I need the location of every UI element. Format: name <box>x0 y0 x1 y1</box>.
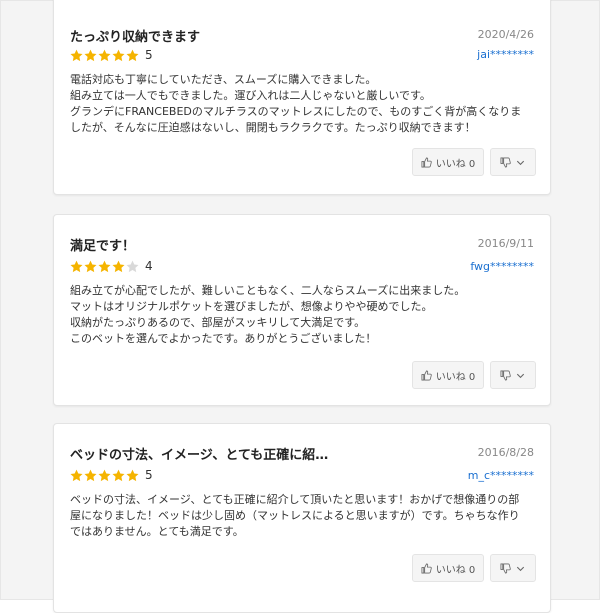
like-button[interactable]: いいね 0 <box>412 554 484 582</box>
star-filled-icon <box>126 49 139 61</box>
star-filled-icon <box>84 469 97 481</box>
like-button[interactable]: いいね 0 <box>412 361 484 389</box>
star-rating: 5 <box>70 468 153 482</box>
thumbs-up-icon <box>421 157 432 167</box>
review-text-line: ベッドの寸法、イメージ、とても正確に紹介して頂いたと思います！おかげで想像通りの… <box>70 493 520 506</box>
rating-number: 4 <box>145 259 153 273</box>
dislike-dropdown-button[interactable] <box>490 554 536 582</box>
review-text-line: 組み立てが心配でしたが、難しいこともなく、二人ならスムーズに出来ました。 <box>70 284 466 297</box>
reviews-panel: たっぷり収納できます 2020/4/26 5 jai******** 電話対応も… <box>0 0 600 613</box>
star-filled-icon <box>126 469 139 481</box>
reviewer-name-link[interactable]: m_c******** <box>468 469 534 482</box>
review-text-line: マットはオリジナルポケットを選びましたが、想像よりやや硬めでした。 <box>70 300 433 313</box>
review-card: 満足です！ 2016/9/11 4 fwg******** 組み立てが心配でした… <box>53 214 551 406</box>
thumbs-down-icon <box>500 370 511 380</box>
star-filled-icon <box>112 49 125 61</box>
like-button[interactable]: いいね 0 <box>412 148 484 176</box>
review-date: 2016/8/28 <box>477 446 534 459</box>
review-body: 組み立てが心配でしたが、難しいこともなく、二人ならスムーズに出来ました。 マット… <box>70 283 536 347</box>
star-filled-icon <box>112 260 125 272</box>
review-body: ベッドの寸法、イメージ、とても正確に紹介して頂いたと思います！おかげで想像通りの… <box>70 492 536 540</box>
chevron-down-icon <box>516 566 525 571</box>
thumbs-down-icon <box>500 563 511 573</box>
review-title: たっぷり収納できます <box>70 30 201 45</box>
star-filled-icon <box>84 49 97 61</box>
review-text-line: したが、そんなに圧迫感はないし、開閉もラクラクです。たっぷり収納できます！ <box>70 121 476 134</box>
chevron-down-icon <box>516 160 525 165</box>
review-text-line: 屋になりました！ベッドは少し固め（マットレスによると思いますが）です。ちゃちな作… <box>70 509 520 522</box>
star-filled-icon <box>98 469 111 481</box>
review-title: 満足です！ <box>70 239 136 254</box>
review-text-line: グランデにFRANCEBEDのマルチラスのマットレスにしたので、ものすごく背が高… <box>70 105 522 118</box>
star-filled-icon <box>70 469 83 481</box>
review-card: たっぷり収納できます 2020/4/26 5 jai******** 電話対応も… <box>53 0 551 195</box>
review-date: 2016/9/11 <box>477 237 534 250</box>
like-label: いいね 0 <box>435 158 476 170</box>
thumbs-up-icon <box>421 563 432 573</box>
chevron-down-icon <box>516 373 525 378</box>
star-rating: 5 <box>70 48 153 62</box>
reviewer-name-link[interactable]: fwg******** <box>470 260 534 273</box>
review-title: ベッドの寸法、イメージ、とても正確に紹… <box>70 448 329 463</box>
review-text-line: 収納がたっぷりあるので、部屋がスッキリして大満足です。 <box>70 316 366 329</box>
review-text-line: ではありません。とても満足です。 <box>70 525 244 538</box>
like-label: いいね 0 <box>435 564 476 576</box>
rating-number: 5 <box>145 48 153 62</box>
stars <box>70 49 139 62</box>
like-label: いいね 0 <box>435 371 476 383</box>
review-text-line: このベットを選んでよかったです。ありがとうございました！ <box>70 332 377 345</box>
star-filled-icon <box>70 49 83 61</box>
reviewer-name-link[interactable]: jai******** <box>477 48 534 61</box>
dislike-dropdown-button[interactable] <box>490 148 536 176</box>
review-date: 2020/4/26 <box>477 28 534 41</box>
rating-number: 5 <box>145 468 153 482</box>
star-filled-icon <box>112 469 125 481</box>
review-text-line: 電話対応も丁寧にしていただき、スムーズに購入できました。 <box>70 73 377 86</box>
thumbs-up-icon <box>421 370 432 380</box>
dislike-dropdown-button[interactable] <box>490 361 536 389</box>
stars <box>70 260 139 273</box>
star-empty-icon <box>126 260 139 272</box>
star-filled-icon <box>98 260 111 272</box>
star-rating: 4 <box>70 259 153 273</box>
review-card: ベッドの寸法、イメージ、とても正確に紹… 2016/8/28 5 m_c****… <box>53 423 551 613</box>
star-filled-icon <box>98 49 111 61</box>
star-filled-icon <box>70 260 83 272</box>
review-body: 電話対応も丁寧にしていただき、スムーズに購入できました。 組み立ては一人でもでき… <box>70 72 536 136</box>
stars <box>70 469 139 482</box>
review-text-line: 組み立ては一人でもできました。運び入れは二人じゃないと厳しいです。 <box>70 89 431 102</box>
thumbs-down-icon <box>500 157 511 167</box>
star-filled-icon <box>84 260 97 272</box>
